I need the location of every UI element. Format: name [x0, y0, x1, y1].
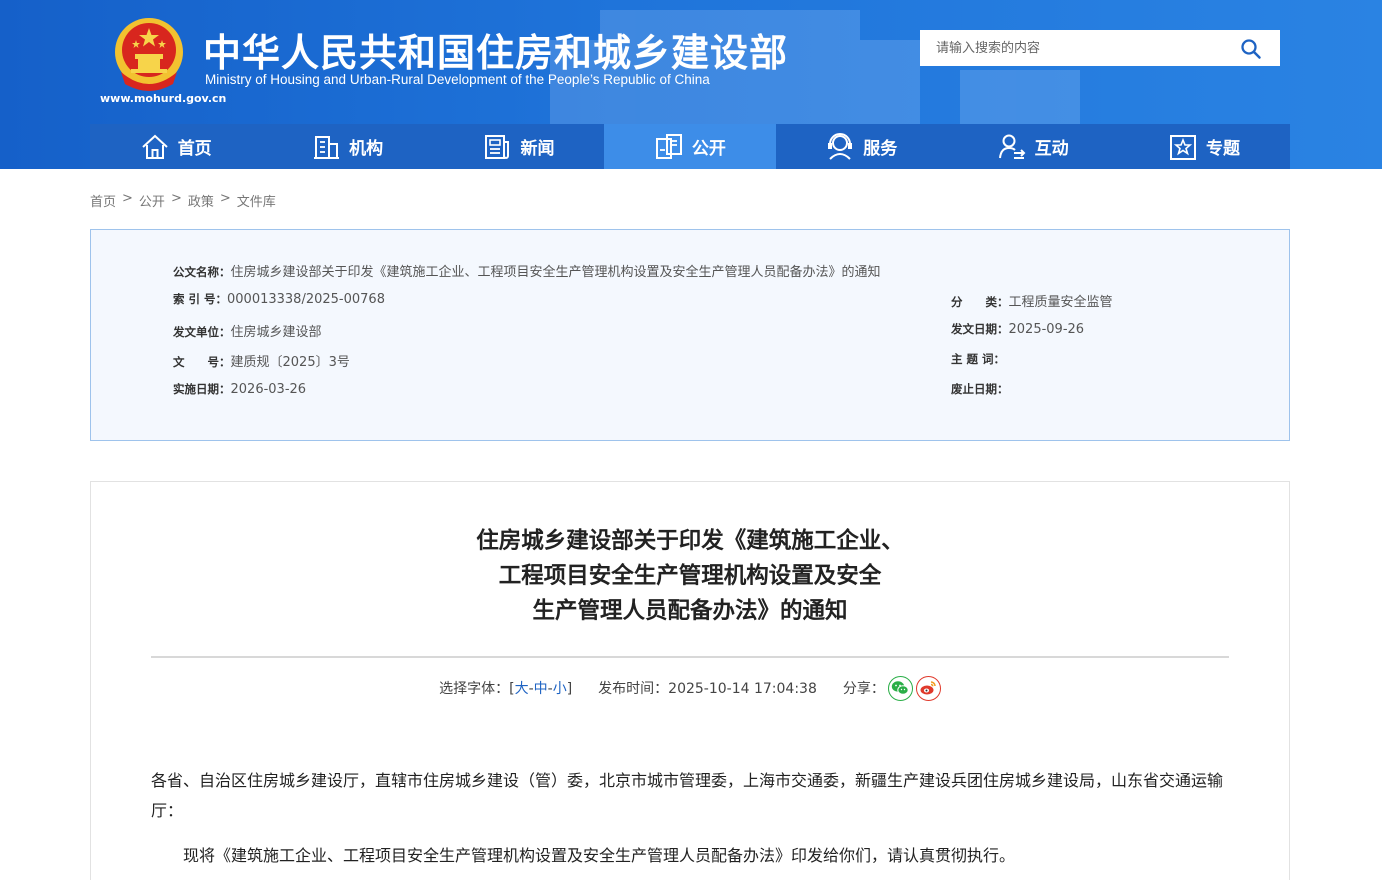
- font-size-label: 选择字体：[: [439, 681, 515, 697]
- publish-time-label: 发布时间：: [598, 681, 669, 697]
- search-icon[interactable]: [1240, 38, 1262, 60]
- title-divider: [151, 656, 1229, 658]
- meta-key: 发文单位：: [173, 325, 231, 339]
- meta-effective-date: 实施日期：2026-03-26: [173, 381, 306, 397]
- news-icon: [485, 134, 510, 159]
- nav-label: 服务: [863, 139, 898, 159]
- nav-item-interaction[interactable]: 互动: [947, 124, 1118, 169]
- font-size-small[interactable]: 小: [553, 681, 567, 697]
- publish-time-value: 2025-10-14 17:04:38: [668, 681, 817, 697]
- breadcrumb-separator: >: [170, 191, 182, 206]
- nav-label: 专题: [1206, 139, 1241, 159]
- meta-value: 2026-03-26: [230, 382, 307, 397]
- breadcrumb-home[interactable]: 首页: [90, 191, 116, 210]
- font-size-close: ]: [566, 681, 573, 697]
- article-title-line: 住房城乡建设部关于印发《建筑施工企业、: [476, 528, 904, 554]
- breadcrumb: 首页 > 公开 > 政策 > 文件库: [90, 191, 276, 210]
- meta-key: 废止日期：: [951, 382, 1009, 396]
- weibo-share-icon[interactable]: [915, 675, 941, 701]
- article-title: 住房城乡建设部关于印发《建筑施工企业、 工程项目安全生产管理机构设置及安全 生产…: [91, 524, 1289, 629]
- meta-doc-number: 文 号：建质规〔2025〕3号: [173, 351, 350, 370]
- font-size-large[interactable]: 大: [515, 681, 529, 697]
- nav-item-service[interactable]: 服务: [776, 124, 947, 169]
- meta-key: 发文日期：: [951, 322, 1009, 336]
- meta-index: 索 引 号：000013338/2025-00768: [173, 291, 385, 307]
- nav-label: 首页: [177, 139, 212, 159]
- meta-category: 分 类：工程质量安全监管: [951, 291, 1113, 310]
- meta-value: 工程质量安全监管: [1008, 295, 1113, 310]
- open-files-icon: [655, 133, 682, 159]
- meta-key: 文 号：: [173, 355, 231, 369]
- home-icon: [142, 134, 168, 159]
- meta-doc-name: 公文名称：住房城乡建设部关于印发《建筑施工企业、工程项目安全生产管理机构设置及安…: [173, 261, 881, 280]
- national-emblem-icon: [115, 18, 183, 91]
- wechat-share-icon[interactable]: [887, 675, 913, 701]
- article-paragraph: 各省、自治区住房城乡建设厅，直辖市住房城乡建设（管）委，北京市城市管理委，上海市…: [151, 771, 1224, 820]
- article-title-line: 工程项目安全生产管理机构设置及安全: [498, 563, 882, 589]
- nav-item-organization[interactable]: 机构: [261, 124, 432, 169]
- topic-star-icon: [1170, 134, 1197, 160]
- nav-item-home[interactable]: 首页: [90, 124, 261, 169]
- nav-item-topic[interactable]: 专题: [1118, 124, 1289, 169]
- meta-issuer: 发文单位：住房城乡建设部: [173, 321, 322, 340]
- search-input[interactable]: [920, 30, 1220, 66]
- nav-label: 互动: [1034, 139, 1069, 159]
- meta-key: 实施日期：: [173, 382, 231, 396]
- share-label: 分享：: [842, 681, 885, 697]
- meta-key: 公文名称：: [173, 265, 231, 279]
- nav-item-news[interactable]: 新闻: [433, 124, 604, 169]
- article-title-line: 生产管理人员配备办法》的通知: [532, 598, 848, 624]
- building-icon: [314, 135, 340, 159]
- article-toolbar: 选择字体：[大-中-小] 发布时间：2025-10-14 17:04:38 分享…: [91, 674, 1289, 702]
- meta-key: 主 题 词：: [951, 352, 1006, 366]
- meta-key: 分 类：: [951, 295, 1009, 309]
- meta-value: 住房城乡建设部: [230, 325, 322, 340]
- publish-time: 发布时间：2025-10-14 17:04:38: [598, 678, 817, 698]
- meta-value: 000013338/2025-00768: [227, 292, 385, 307]
- breadcrumb-separator: >: [219, 191, 231, 206]
- meta-abolish-date: 废止日期：: [951, 381, 1009, 397]
- search-box: [920, 30, 1280, 66]
- article-paragraph: 现将《建筑施工企业、工程项目安全生产管理机构设置及安全生产管理人员配备办法》印发…: [183, 846, 1016, 865]
- meta-key: 索 引 号：: [173, 292, 228, 306]
- nav-item-open[interactable]: 公开: [604, 124, 776, 169]
- breadcrumb-separator: >: [122, 191, 133, 206]
- site-title[interactable]: 中华人民共和国住房和城乡建设部: [203, 22, 788, 77]
- document-metadata: 公文名称：住房城乡建设部关于印发《建筑施工企业、工程项目安全生产管理机构设置及安…: [90, 229, 1290, 441]
- nav-label: 公开: [691, 139, 726, 159]
- meta-issue-date: 发文日期：2025-09-26: [951, 321, 1084, 337]
- breadcrumb-open[interactable]: 公开: [139, 191, 165, 210]
- font-size-medium[interactable]: 中: [534, 681, 548, 697]
- nav-label: 新闻: [520, 139, 555, 159]
- main-nav: 首页 机构 新闻 公开 服务 互动 专题: [90, 124, 1290, 169]
- site-subtitle: Ministry of Housing and Urban-Rural Deve…: [205, 72, 710, 87]
- breadcrumb-library[interactable]: 文件库: [237, 191, 276, 210]
- article: 住房城乡建设部关于印发《建筑施工企业、 工程项目安全生产管理机构设置及安全 生产…: [90, 481, 1290, 880]
- nav-label: 机构: [349, 139, 384, 159]
- breadcrumb-policy[interactable]: 政策: [188, 191, 214, 210]
- meta-value: 2025-09-26: [1008, 322, 1085, 337]
- meta-value: 建质规〔2025〕3号: [230, 355, 350, 370]
- meta-value: 住房城乡建设部关于印发《建筑施工企业、工程项目安全生产管理机构设置及安全生产管理…: [230, 265, 881, 280]
- meta-keywords: 主 题 词：: [951, 351, 1005, 367]
- site-url: www.mohurd.gov.cn: [100, 92, 227, 105]
- interaction-icon: [998, 134, 1026, 159]
- font-size-selector: 选择字体：[大-中-小]: [439, 678, 572, 698]
- service-icon: [828, 132, 853, 160]
